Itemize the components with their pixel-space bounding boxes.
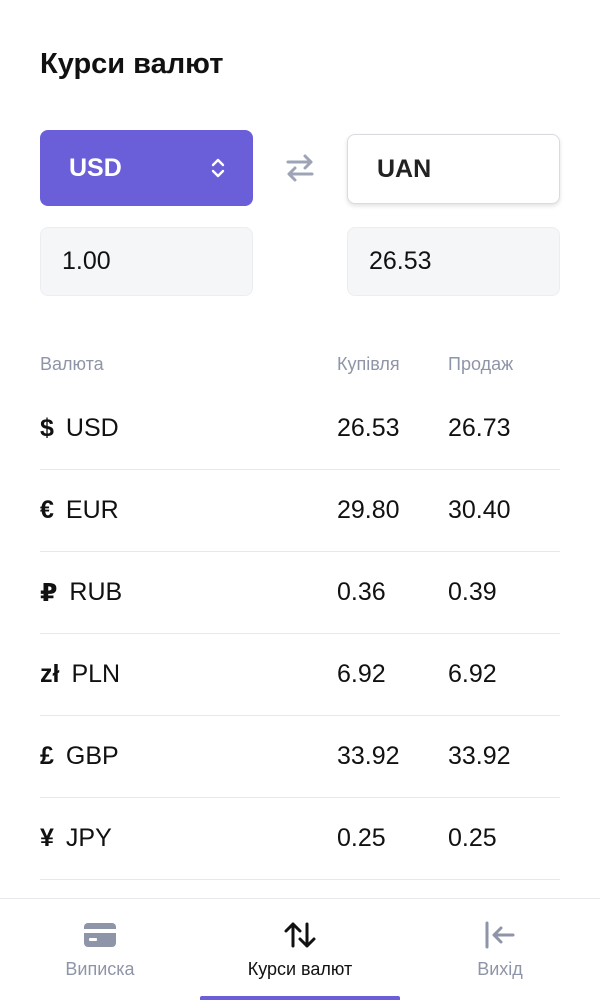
currency-rates-screen: Курси валют USD UAN 1.00 26.53 Валюта Ку…	[0, 0, 600, 1000]
logout-icon	[483, 919, 517, 951]
tab-statement[interactable]: Виписка	[0, 899, 200, 1000]
currency-code: EUR	[65, 496, 119, 524]
buy-rate: 29.80	[337, 496, 400, 524]
bottom-tab-bar: Виписка Курси валют Вихід	[0, 898, 600, 1000]
chevron-up-down-icon	[211, 156, 225, 180]
active-tab-indicator	[200, 996, 400, 1000]
currency-symbol: €	[40, 496, 54, 524]
sell-rate: 0.25	[448, 824, 497, 852]
buy-rate: 33.92	[337, 742, 400, 770]
tab-logout-label: Вихід	[477, 959, 523, 979]
from-currency-value: USD	[69, 153, 122, 182]
table-row: zł PLN 6.92 6.92	[40, 634, 560, 716]
page-title: Курси валют	[40, 48, 224, 80]
currency-code: PLN	[71, 660, 121, 688]
from-amount-value: 1.00	[62, 247, 111, 275]
rates-table-header: Валюта Купівля Продаж	[40, 340, 560, 388]
sell-rate: 26.73	[448, 414, 511, 442]
currency-symbol: £	[40, 742, 54, 770]
to-currency-select[interactable]: UAN	[347, 134, 560, 204]
currency-code: GBP	[65, 742, 119, 770]
sell-rate: 33.92	[448, 742, 511, 770]
table-row: ¥ JPY 0.25 0.25	[40, 798, 560, 880]
header-currency: Валюта	[40, 353, 104, 374]
sell-rate: 30.40	[448, 496, 511, 524]
arrows-up-down-icon	[283, 919, 317, 951]
header-buy: Купівля	[337, 353, 400, 374]
to-currency-value: UAN	[377, 154, 432, 183]
tab-statement-label: Виписка	[65, 959, 135, 979]
to-amount-value: 26.53	[369, 247, 432, 275]
buy-rate: 6.92	[337, 660, 386, 688]
currency-code: JPY	[65, 824, 112, 852]
table-row: £ GBP 33.92 33.92	[40, 716, 560, 798]
from-amount-input[interactable]: 1.00	[40, 227, 253, 296]
currency-symbol: ¥	[40, 824, 54, 852]
currency-code: RUB	[69, 578, 123, 606]
from-currency-select[interactable]: USD	[40, 130, 253, 206]
header-sell: Продаж	[448, 353, 514, 374]
currency-symbol: $	[40, 414, 54, 442]
currency-code: USD	[65, 414, 119, 442]
table-row: ₽ RUB 0.36 0.39	[40, 552, 560, 634]
buy-rate: 0.25	[337, 824, 386, 852]
buy-rate: 26.53	[337, 414, 400, 442]
rates-table: Валюта Купівля Продаж $ USD 26.53 26.73 …	[40, 340, 560, 880]
swap-currencies-icon[interactable]	[282, 150, 318, 186]
table-row: € EUR 29.80 30.40	[40, 470, 560, 552]
sell-rate: 0.39	[448, 578, 497, 606]
sell-rate: 6.92	[448, 660, 497, 688]
currency-symbol: zł	[40, 660, 60, 688]
buy-rate: 0.36	[337, 578, 386, 606]
tab-logout[interactable]: Вихід	[400, 899, 600, 1000]
to-amount-field[interactable]: 26.53	[347, 227, 560, 296]
tab-currency-rates-label: Курси валют	[247, 959, 353, 979]
currency-symbol: ₽	[40, 578, 58, 607]
card-icon	[83, 919, 117, 951]
table-row: $ USD 26.53 26.73	[40, 388, 560, 470]
tab-currency-rates[interactable]: Курси валют	[200, 899, 400, 1000]
